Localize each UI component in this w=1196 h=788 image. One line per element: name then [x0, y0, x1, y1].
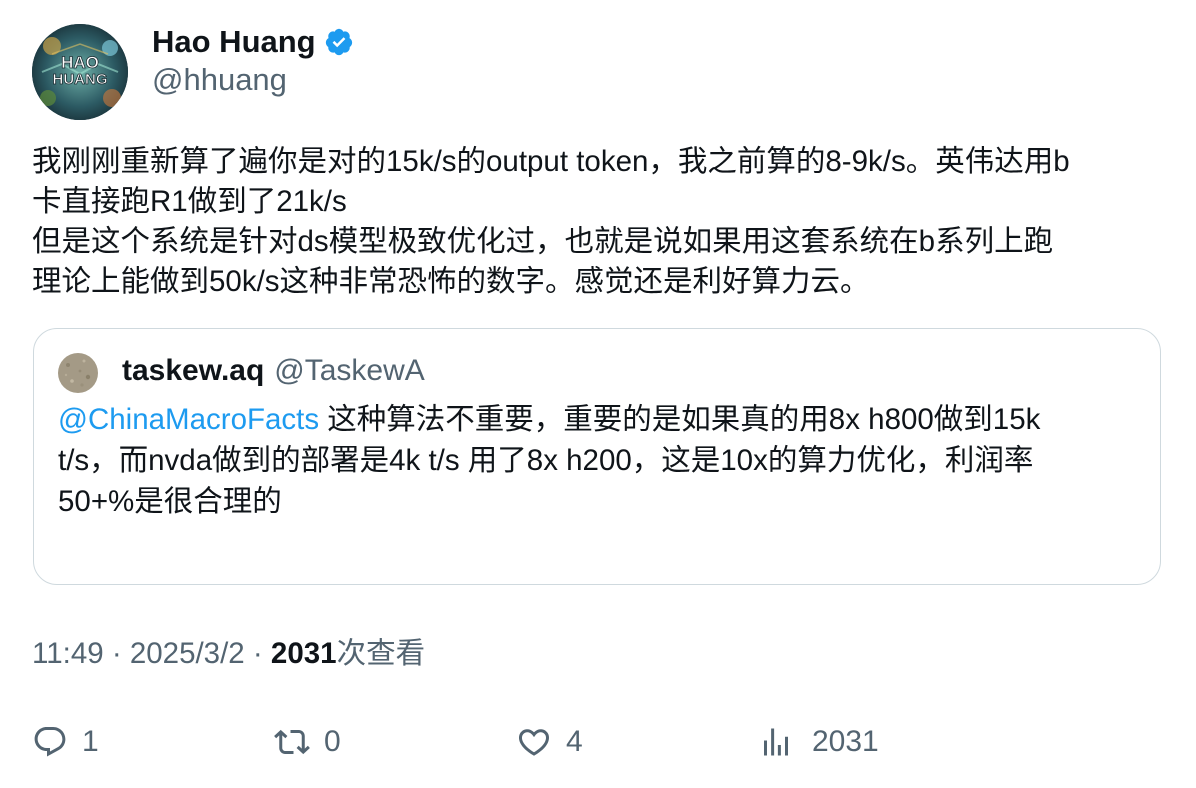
views-action-count: 2031 — [812, 725, 879, 758]
mention-link[interactable]: @ChinaMacroFacts — [58, 403, 319, 436]
verified-badge-icon — [324, 27, 354, 57]
author-avatar[interactable]: HAO HUANG — [32, 24, 128, 120]
like-button[interactable]: 4 — [516, 722, 583, 762]
views-button[interactable]: 2031 — [758, 722, 879, 762]
quoted-avatar-image — [58, 353, 98, 393]
tweet-action-bar: 1 0 4 2031 — [0, 722, 1196, 762]
author-handle[interactable]: @hhuang — [152, 62, 287, 98]
quoted-tweet-line: 50+%是很合理的 — [58, 485, 282, 518]
meta-separator: · — [103, 637, 130, 670]
quoted-tweet-line: t/s，而nvda做到的部署是4k t/s 用了8x h200，这是10x的算力… — [58, 444, 1034, 477]
views-count: 2031 — [270, 637, 337, 670]
retweet-count: 0 — [324, 725, 341, 758]
retweet-button[interactable]: 0 — [274, 722, 341, 762]
tweet-date[interactable]: 2025/3/2 — [130, 637, 245, 670]
tweet-text-line: 卡直接跑R1做到了21k/s — [32, 185, 347, 218]
quoted-author-name: taskew.aq — [122, 354, 265, 387]
tweet-text-line: 我刚刚重新算了遍你是对的15k/s的output token，我之前算的8-9k… — [32, 145, 1070, 178]
quoted-tweet-card[interactable]: taskew.aq @TaskewA @ChinaMacroFacts 这种算法… — [33, 328, 1161, 585]
avatar-image: HAO HUANG — [32, 24, 128, 120]
views-label: 次查看 — [336, 637, 426, 670]
avatar-text-line1: HAO — [61, 53, 99, 72]
tweet-text-line: 但是这个系统是针对ds模型极致优化过，也就是说如果用这套系统在b系列上跑 — [32, 225, 1054, 258]
avatar-text-line2: HUANG — [53, 71, 108, 88]
reply-count: 1 — [82, 725, 99, 758]
author-name-row: Hao Huang — [152, 22, 354, 62]
reply-button[interactable]: 1 — [32, 722, 99, 762]
quoted-author-header: taskew.aq @TaskewA — [122, 351, 425, 391]
quoted-author-handle: @TaskewA — [274, 354, 425, 387]
retweet-icon — [274, 724, 310, 760]
meta-separator: · — [244, 637, 271, 670]
tweet-meta: 11:49 · 2025/3/2 · 2031次查看 — [32, 634, 425, 674]
tweet-time[interactable]: 11:49 — [32, 637, 104, 670]
quoted-tweet-text: @ChinaMacroFacts 这种算法不重要，重要的是如果真的用8x h80… — [58, 399, 1138, 522]
quoted-tweet-line-text: 这种算法不重要，重要的是如果真的用8x h800做到15k — [319, 403, 1041, 436]
quoted-author-avatar[interactable] — [58, 353, 98, 393]
reply-icon — [32, 724, 68, 760]
like-count: 4 — [566, 725, 583, 758]
tweet-text-line: 理论上能做到50k/s这种非常恐怖的数字。感觉还是利好算力云。 — [32, 265, 870, 298]
author-name[interactable]: Hao Huang — [152, 24, 316, 60]
analytics-icon — [758, 724, 794, 760]
tweet-text: 我刚刚重新算了遍你是对的15k/s的output token，我之前算的8-9k… — [32, 142, 1168, 302]
quoted-tweet-line: @ChinaMacroFacts 这种算法不重要，重要的是如果真的用8x h80… — [58, 399, 1138, 440]
heart-icon — [516, 724, 552, 760]
